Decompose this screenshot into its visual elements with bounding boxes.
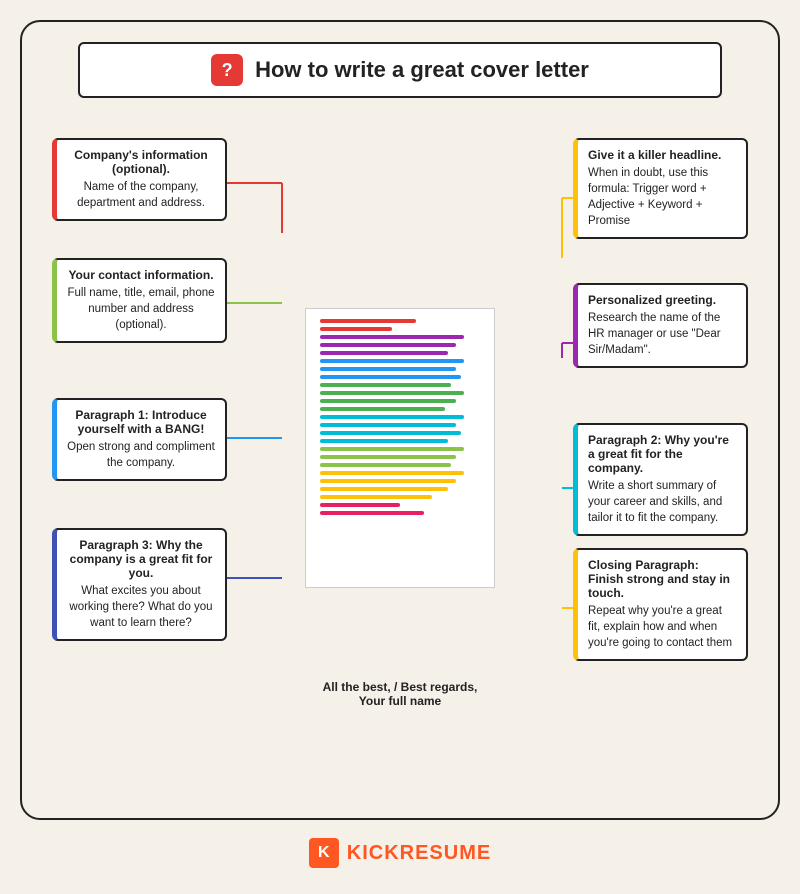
box-company: Company's information (optional). Name o… [52,138,227,221]
letter-line [320,319,416,323]
letter-line [320,495,432,499]
box-para3-title: Paragraph 3: Why the company is a great … [67,538,215,580]
box-headline: Give it a killer headline. When in doubt… [573,138,748,239]
content-area: Company's information (optional). Name o… [42,128,758,768]
footer: K KICKRESUME [309,832,491,874]
letter-line [320,455,456,459]
box-headline-text: When in doubt, use this formula: Trigger… [588,165,736,229]
letter-line [320,335,464,339]
box-closing-text: Repeat why you're a great fit, explain h… [588,603,736,651]
title-bar: ? How to write a great cover letter [78,42,722,98]
letter-line [320,463,451,467]
letter-line [320,375,461,379]
letter-line [320,439,448,443]
box-company-title: Company's information (optional). [67,148,215,176]
box-company-text: Name of the company, department and addr… [67,179,215,211]
letter-line [320,399,456,403]
letter-line [320,359,464,363]
letter-line [320,447,464,451]
box-para1-text: Open strong and compliment the company. [67,439,215,471]
letter-line [320,471,464,475]
box-para1: Paragraph 1: Introduce yourself with a B… [52,398,227,481]
box-contact-title: Your contact information. [67,268,215,282]
main-container: ? How to write a great cover letter [20,20,780,820]
letter-line [320,351,448,355]
box-para3: Paragraph 3: Why the company is a great … [52,528,227,641]
letter-line [320,343,456,347]
signature-text: All the best, / Best regards,Your full n… [305,680,495,708]
letter-document [305,308,495,588]
box-para1-title: Paragraph 1: Introduce yourself with a B… [67,408,215,436]
signature-box: All the best, / Best regards,Your full n… [305,680,495,708]
letter-line [320,431,461,435]
box-contact-text: Full name, title, email, phone number an… [67,285,215,333]
letter-line [320,367,456,371]
letter-line [320,423,456,427]
question-icon: ? [211,54,243,86]
letter-line [320,383,451,387]
box-para2-title: Paragraph 2: Why you're a great fit for … [588,433,736,475]
box-greeting-text: Research the name of the HR manager or u… [588,310,736,358]
letter-line [320,503,400,507]
box-headline-title: Give it a killer headline. [588,148,736,162]
box-contact: Your contact information. Full name, tit… [52,258,227,343]
letter-line [320,327,392,331]
letter-line [320,487,448,491]
letter-line [320,391,464,395]
box-closing: Closing Paragraph: Finish strong and sta… [573,548,748,661]
letter-line [320,479,456,483]
letter-line [320,415,464,419]
letter-line [320,511,424,515]
letter-line [320,407,445,411]
box-closing-title: Closing Paragraph: Finish strong and sta… [588,558,736,600]
brand-name: KICKRESUME [347,842,491,865]
box-para3-text: What excites you about working there? Wh… [67,583,215,631]
box-greeting: Personalized greeting. Research the name… [573,283,748,368]
box-greeting-title: Personalized greeting. [588,293,736,307]
box-para2-text: Write a short summary of your career and… [588,478,736,526]
kickresume-logo: K [309,838,339,868]
page-title: How to write a great cover letter [255,57,589,83]
box-para2: Paragraph 2: Why you're a great fit for … [573,423,748,536]
